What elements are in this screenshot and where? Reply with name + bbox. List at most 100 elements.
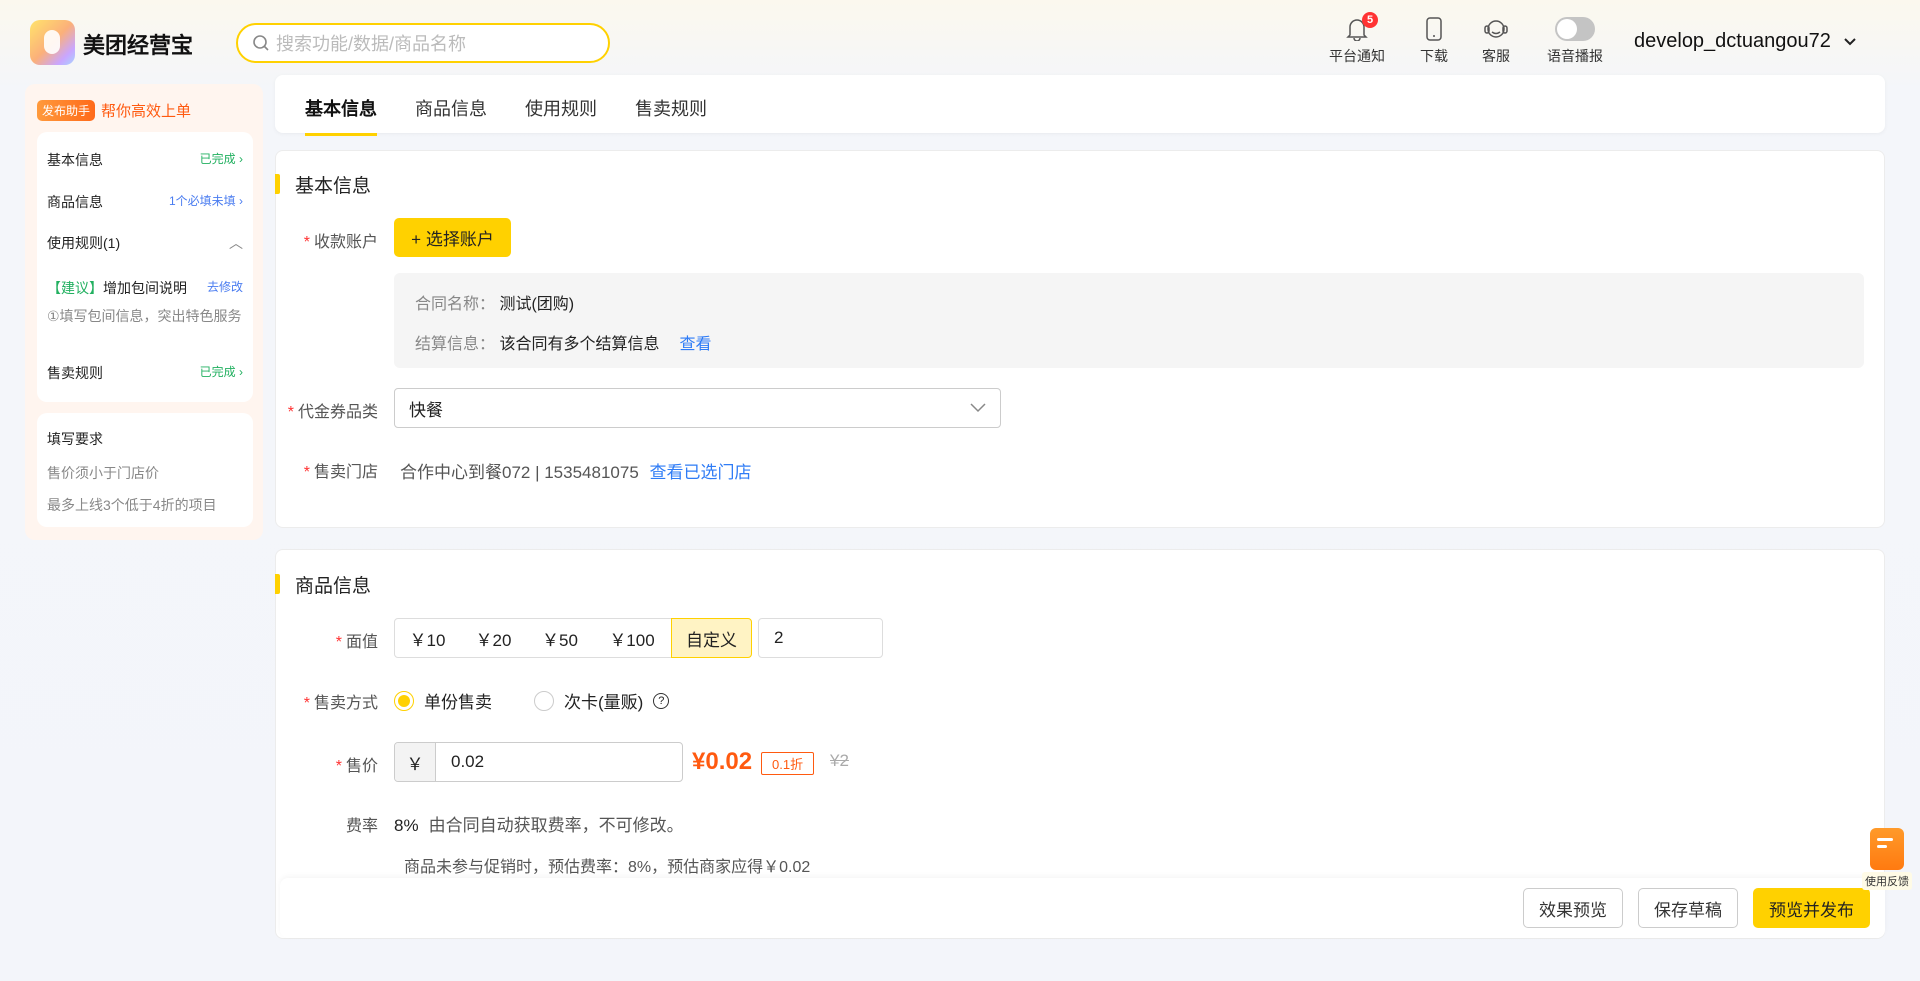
search-input[interactable]: 搜索功能/数据/商品名称 bbox=[236, 23, 610, 63]
customer-service-button[interactable]: 客服 bbox=[1461, 16, 1531, 66]
item-label: 使用规则(1) bbox=[47, 235, 121, 251]
requirements-title: 填写要求 bbox=[47, 431, 103, 447]
contract-label: 合同名称： bbox=[415, 296, 496, 313]
download-label: 下载 bbox=[1420, 48, 1448, 64]
phone-icon bbox=[1426, 17, 1442, 41]
suggestion-row: 【建议】增加包间说明 去修改 bbox=[47, 278, 243, 298]
requirement-item: 售价须小于门店价 bbox=[47, 465, 159, 481]
requirements-card: 填写要求 售价须小于门店价 最多上线3个低于4折的项目 bbox=[37, 413, 253, 527]
settle-value: 该合同有多个结算信息 bbox=[499, 336, 660, 353]
category-label: * 代金券品类 bbox=[287, 404, 378, 421]
face-option-50[interactable]: ￥50 bbox=[527, 618, 594, 658]
sale-mode-label: * 售卖方式 bbox=[303, 695, 378, 712]
currency-prefix: ￥ bbox=[395, 743, 436, 781]
original-price: ¥2 bbox=[830, 751, 849, 770]
download-button[interactable]: 下载 bbox=[1399, 16, 1469, 66]
settle-label: 结算信息： bbox=[415, 336, 496, 353]
category-select[interactable]: 快餐 bbox=[394, 388, 1001, 428]
item-status: 已完成 › bbox=[199, 152, 243, 166]
face-option-100[interactable]: ￥100 bbox=[593, 618, 672, 658]
face-option-10[interactable]: ￥10 bbox=[394, 618, 461, 658]
fee-rate-label: 费率 bbox=[345, 818, 378, 835]
radio-label: 次卡(量贩) bbox=[564, 693, 644, 712]
section-title: 商品信息 bbox=[275, 571, 371, 598]
notification-badge: 5 bbox=[1362, 12, 1378, 28]
face-option-20[interactable]: ￥20 bbox=[460, 618, 528, 658]
contract-value: 测试(团购) bbox=[499, 296, 575, 313]
user-menu[interactable]: develop_dctuangou72 bbox=[1634, 30, 1857, 53]
search-placeholder: 搜索功能/数据/商品名称 bbox=[276, 34, 467, 54]
view-stores-link[interactable]: 查看已选门店 bbox=[650, 463, 752, 482]
radio-label: 单份售卖 bbox=[424, 693, 492, 712]
suggest-edit-link[interactable]: 去修改 bbox=[207, 278, 243, 298]
price-input[interactable]: ￥ 0.02 bbox=[394, 742, 683, 782]
face-value-label: * 面值 bbox=[335, 634, 378, 651]
fee-rate-row: 8% 由合同自动获取费率，不可修改。 bbox=[394, 811, 684, 836]
toggle-switch[interactable] bbox=[1555, 17, 1595, 41]
view-settle-link[interactable]: 查看 bbox=[679, 336, 711, 353]
sidebar-item-basic[interactable]: 基本信息 已完成 › bbox=[47, 150, 243, 170]
preview-publish-button[interactable]: 预览并发布 bbox=[1753, 888, 1870, 928]
sidebar-item-usage-rules[interactable]: 使用规则(1) ︿ bbox=[47, 233, 243, 253]
radio-single-sale[interactable]: 单份售卖 bbox=[394, 688, 492, 713]
category-value: 快餐 bbox=[409, 400, 443, 420]
suggest-title: 增加包间说明 bbox=[103, 280, 187, 296]
voice-broadcast-label: 语音播报 bbox=[1547, 48, 1603, 64]
store-value: 合作中心到餐072 | 1535481075 bbox=[400, 463, 639, 482]
radio-unchecked-icon bbox=[534, 690, 554, 711]
tab-usage-rules[interactable]: 使用规则 bbox=[525, 95, 597, 121]
brand-name: 美团经营宝 bbox=[83, 33, 194, 58]
chevron-up-icon: ︿ bbox=[229, 235, 243, 251]
face-option-custom[interactable]: 自定义 bbox=[671, 618, 752, 658]
suggest-desc: ①填写包间信息，突出特色服务 bbox=[47, 308, 242, 324]
price-label: * 售价 bbox=[335, 758, 378, 775]
helper-tag: 发布助手 bbox=[37, 100, 96, 121]
store-label: * 售卖门店 bbox=[303, 464, 378, 481]
help-icon[interactable]: ? bbox=[653, 692, 670, 709]
tab-bar bbox=[275, 75, 1885, 133]
search-icon bbox=[253, 35, 269, 51]
chevron-down-icon bbox=[1844, 37, 1856, 45]
progress-card: 基本信息 已完成 › 商品信息 1个必填未填 › 使用规则(1) ︿ 【建议】增加包间… bbox=[37, 132, 253, 402]
notification-label: 平台通知 bbox=[1329, 48, 1385, 64]
discount-tag: 0.1折 bbox=[761, 752, 815, 775]
fee-rate-desc: 由合同自动获取费率，不可修改。 bbox=[428, 816, 684, 835]
chevron-down-icon bbox=[970, 403, 986, 413]
tab-product-info[interactable]: 商品信息 bbox=[415, 95, 487, 121]
item-label: 基本信息 bbox=[47, 152, 103, 168]
radio-checked-icon bbox=[394, 690, 414, 711]
price-value: 0.02 bbox=[451, 752, 485, 771]
store-row: 合作中心到餐072 | 1535481075 查看已选门店 bbox=[400, 458, 752, 483]
item-status: 已完成 › bbox=[199, 365, 243, 379]
feedback-widget[interactable]: 使用反馈 bbox=[1862, 828, 1912, 890]
account-label: * 收款账户 bbox=[303, 234, 378, 251]
tab-sale-rules[interactable]: 售卖规则 bbox=[635, 95, 707, 121]
fee-rate-value: 8% bbox=[394, 816, 419, 835]
price-display: ¥0.02 bbox=[692, 748, 753, 775]
item-label: 商品信息 bbox=[47, 194, 103, 210]
top-header: 美团经营宝 搜索功能/数据/商品名称 5 平台通知 下载 客服 语音播报 dev… bbox=[0, 0, 1920, 72]
sidebar-item-sale-rules[interactable]: 售卖规则 已完成 › bbox=[47, 363, 243, 383]
contract-info-box: 合同名称： 测试(团购) 结算信息： 该合同有多个结算信息 查看 bbox=[394, 273, 1864, 368]
voice-broadcast-toggle[interactable]: 语音播报 bbox=[1540, 16, 1610, 66]
publish-helper-panel: 发布助手 帮你高效上单 基本信息 已完成 › 商品信息 1个必填未填 › 使用规则(… bbox=[25, 84, 263, 540]
radio-multi-card[interactable]: 次卡(量贩) ? bbox=[534, 688, 670, 713]
username: develop_dctuangou72 bbox=[1634, 30, 1831, 52]
save-draft-button[interactable]: 保存草稿 bbox=[1638, 888, 1738, 928]
preview-button[interactable]: 效果预览 bbox=[1523, 888, 1623, 928]
section-title: 基本信息 bbox=[275, 171, 371, 198]
item-status: 1个必填未填 › bbox=[168, 194, 243, 208]
feedback-icon bbox=[1870, 828, 1904, 870]
customer-service-label: 客服 bbox=[1482, 48, 1510, 64]
item-label: 售卖规则 bbox=[47, 365, 103, 381]
suggest-tag: 【建议】 bbox=[47, 280, 103, 296]
select-account-button[interactable]: + 选择账户 bbox=[394, 218, 511, 257]
helper-text: 帮你高效上单 bbox=[101, 103, 192, 120]
requirement-item: 最多上线3个低于4折的项目 bbox=[47, 497, 217, 513]
app-logo[interactable] bbox=[30, 20, 75, 65]
custom-face-input[interactable]: 2 bbox=[758, 618, 883, 658]
notification-button[interactable]: 5 平台通知 bbox=[1322, 12, 1392, 66]
sidebar-item-product[interactable]: 商品信息 1个必填未填 › bbox=[47, 192, 243, 212]
tab-basic-info[interactable]: 基本信息 bbox=[305, 95, 377, 136]
feedback-label: 使用反馈 bbox=[1862, 872, 1912, 890]
